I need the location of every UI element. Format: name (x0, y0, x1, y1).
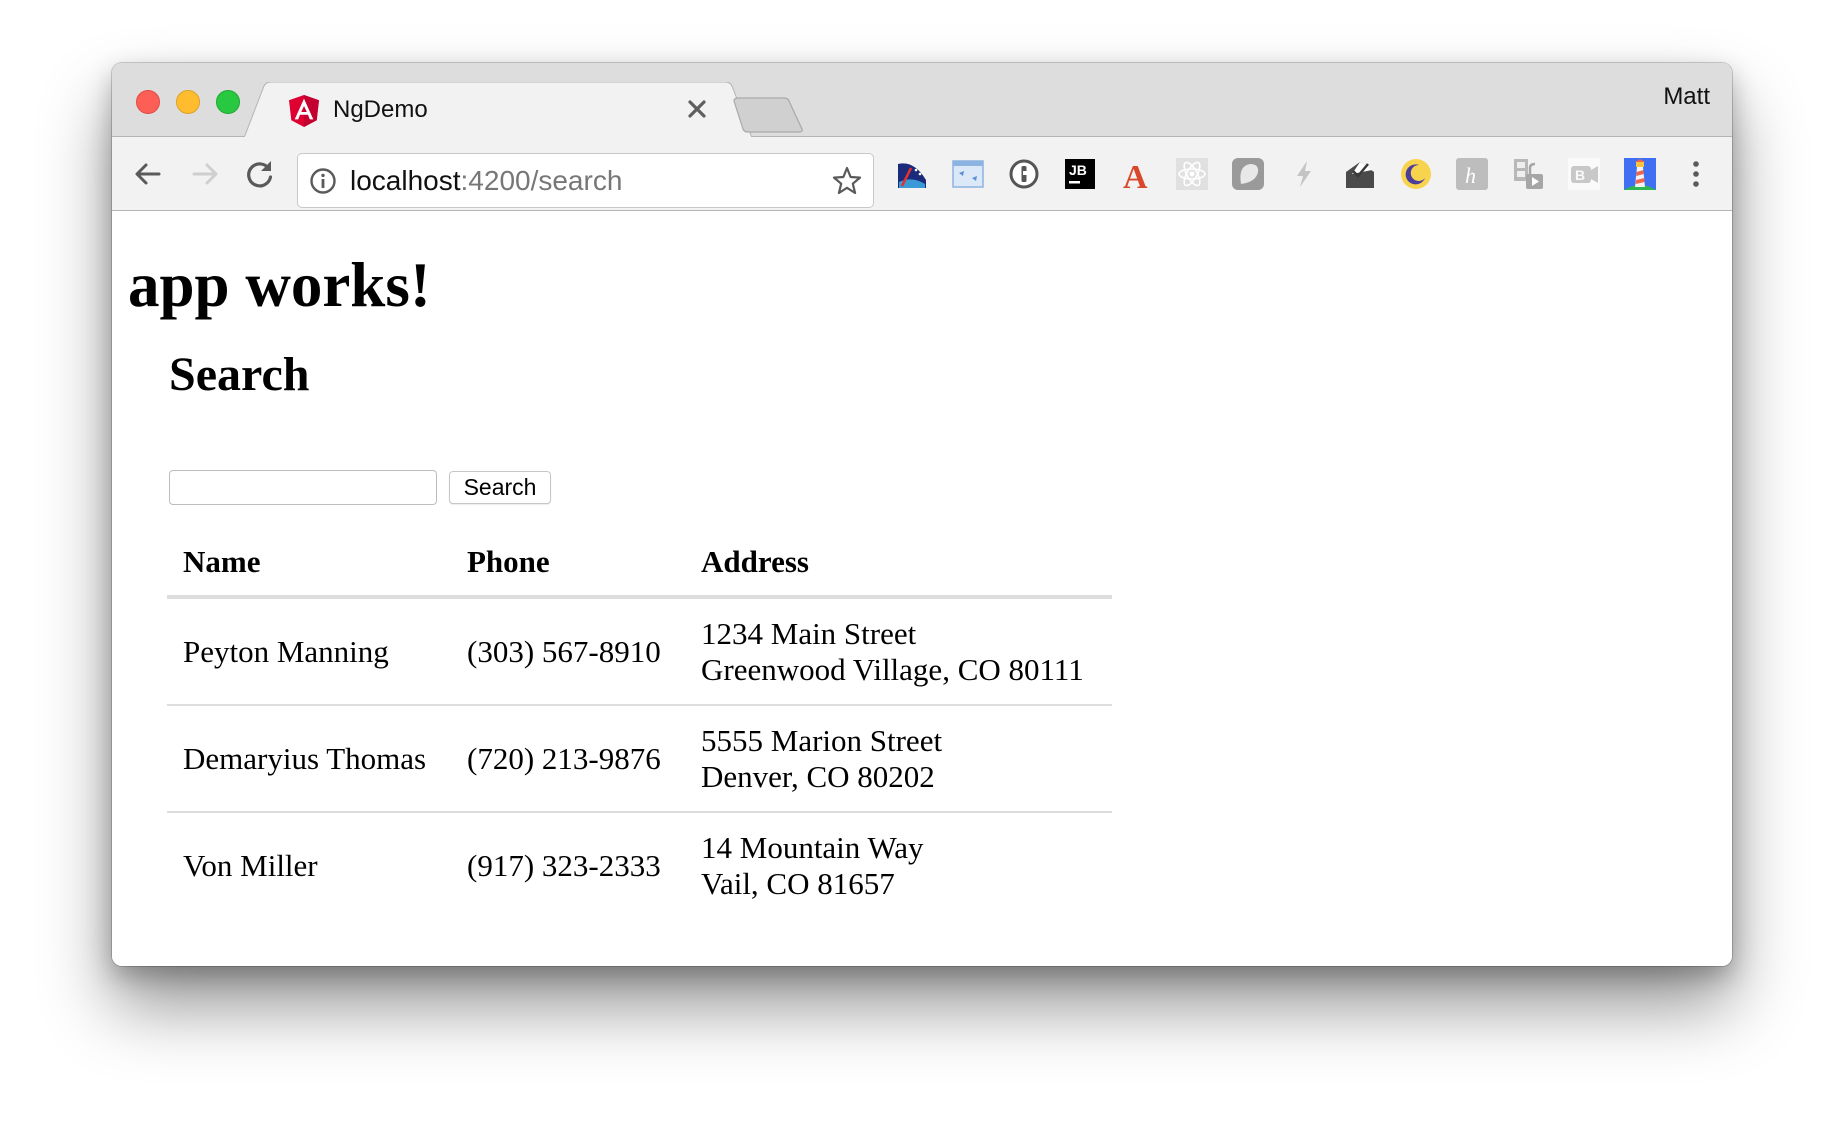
font-a-icon[interactable]: A (1120, 158, 1152, 190)
lighthouse-icon[interactable] (1624, 158, 1656, 190)
mail-check-icon[interactable] (1344, 158, 1376, 190)
cell-name: Demaryius Thomas (167, 704, 451, 812)
forward-button[interactable] (188, 157, 222, 191)
minimize-window-button[interactable] (176, 90, 200, 114)
moon-icon[interactable] (1400, 158, 1432, 190)
column-header-name: Name (167, 529, 451, 599)
address-line-2: Denver, CO 80202 (701, 758, 935, 794)
results-table: Name Phone Address Peyton Manning (303) … (167, 529, 1112, 918)
search-button[interactable]: Search (449, 471, 551, 504)
url-text[interactable]: localhost:4200/search (350, 154, 622, 207)
search-input[interactable] (169, 470, 437, 505)
cell-name: Peyton Manning (183, 633, 389, 669)
lightning-icon[interactable] (1288, 158, 1320, 190)
arrow-right-icon (192, 163, 218, 185)
svg-text:A: A (1123, 159, 1148, 190)
react-devtools-icon[interactable] (1176, 158, 1208, 190)
address-bar[interactable]: localhost:4200/search (297, 153, 874, 208)
zoom-window-button[interactable] (216, 90, 240, 114)
table-header-row: Name Phone Address (167, 529, 1112, 599)
reload-icon (247, 161, 273, 188)
column-header-phone: Phone (451, 529, 685, 599)
reload-button[interactable] (243, 157, 277, 191)
address-line-1: 1234 Main Street (701, 615, 917, 651)
video-unlock-icon[interactable] (1512, 158, 1544, 190)
info-icon[interactable] (309, 167, 337, 195)
cell-address: 14 Mountain Way Vail, CO 81657 (685, 811, 1112, 918)
window-arrows-icon[interactable] (952, 158, 984, 190)
tab-shape (244, 82, 752, 138)
star-icon[interactable] (831, 165, 863, 197)
close-window-button[interactable] (136, 90, 160, 114)
page-content: app works! Search Search Name Phone Addr… (112, 211, 1732, 966)
close-icon (688, 100, 706, 118)
arrow-left-icon (135, 163, 161, 185)
svg-text:JB: JB (1069, 162, 1087, 178)
tab-close-button[interactable] (684, 94, 710, 124)
address-line-1: 14 Mountain Way (701, 829, 924, 865)
table-row: Demaryius Thomas (720) 213-9876 5555 Mar… (167, 704, 1112, 812)
1password-icon[interactable] (1008, 158, 1040, 190)
address-line-2: Vail, CO 81657 (701, 865, 895, 901)
cell-address: 1234 Main Street Greenwood Village, CO 8… (685, 597, 1112, 705)
back-button[interactable] (131, 157, 165, 191)
cell-phone: (303) 567-8910 (467, 633, 661, 669)
tab-strip: NgDemo Matt (112, 63, 1732, 138)
svg-text:h: h (1465, 163, 1476, 188)
speed-gauge-icon[interactable] (896, 158, 928, 190)
svg-text:B: B (1575, 167, 1585, 183)
new-tab-button[interactable] (732, 97, 804, 133)
honey-h-icon[interactable]: h (1456, 158, 1488, 190)
cell-name: Von Miller (167, 811, 451, 918)
table-row: Von Miller (917) 323-2333 14 Mountain Wa… (167, 811, 1112, 918)
table-row: Peyton Manning (303) 567-8910 1234 Main … (167, 597, 1112, 705)
search-title: Search (169, 348, 310, 401)
tab-title: NgDemo (333, 96, 428, 123)
address-line-1: 5555 Marion Street (701, 722, 943, 758)
b-video-icon[interactable]: B (1568, 158, 1600, 190)
cell-phone: (720) 213-9876 (451, 704, 685, 812)
ghostery-icon[interactable] (1232, 158, 1264, 190)
toolbar: localhost:4200/search JB A h B (112, 137, 1732, 211)
column-header-address: Address (685, 529, 1112, 599)
url-path: :4200/search (460, 165, 623, 196)
browser-window: NgDemo Matt localhost:4200/search JB A h… (112, 63, 1732, 966)
page-heading: app works! (128, 250, 431, 320)
angular-icon (289, 95, 319, 127)
profile-name[interactable]: Matt (1663, 77, 1710, 117)
url-host: localhost (350, 165, 461, 196)
jetbrains-icon[interactable]: JB (1064, 158, 1096, 190)
cell-phone: (917) 323-2333 (451, 811, 685, 918)
more-vertical-icon[interactable] (1680, 158, 1712, 190)
address-line-2: Greenwood Village, CO 80111 (701, 651, 1084, 687)
cell-address: 5555 Marion Street Denver, CO 80202 (685, 704, 1112, 812)
tab-ngdemo[interactable]: NgDemo (244, 82, 752, 138)
